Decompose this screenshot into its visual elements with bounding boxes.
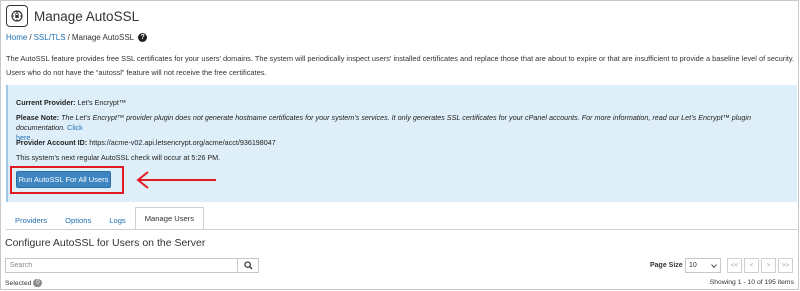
last-page-button[interactable]: >> [778, 258, 793, 273]
description-line: Users who do not have the “autossl” feat… [6, 68, 267, 77]
note-text: The Let’s Encrypt™ provider plugin does … [16, 113, 751, 132]
annotation-arrow-icon [136, 171, 216, 189]
page-title: Manage AutoSSL [34, 8, 140, 24]
tab-providers[interactable]: Providers [6, 210, 56, 230]
breadcrumb-home[interactable]: Home [6, 33, 27, 42]
page-size-select[interactable]: 10 [685, 258, 721, 273]
provider-value: Let’s Encrypt™ [77, 98, 127, 107]
provider-label: Current Provider: [16, 98, 76, 107]
selected-count: Selected 0 [5, 279, 43, 287]
search-input[interactable] [6, 259, 237, 272]
breadcrumb-separator: / [67, 33, 70, 42]
next-page-button[interactable]: > [761, 258, 776, 273]
account-value: https://acme-v02.api.letsencrypt.org/acm… [89, 138, 276, 147]
selected-badge: 0 [33, 279, 43, 287]
autossl-logo-icon [6, 5, 28, 27]
first-page-button[interactable]: << [727, 258, 742, 273]
section-title: Configure AutoSSL for Users on the Serve… [5, 237, 206, 249]
page-size-label: Page Size [650, 262, 683, 269]
search-box [5, 258, 259, 273]
tab-options[interactable]: Options [56, 210, 100, 230]
showing-items: Showing 1 - 10 of 195 items [709, 279, 794, 286]
account-label: Provider Account ID: [16, 138, 88, 147]
breadcrumb-separator: / [29, 33, 32, 42]
next-check-text: This system’s next regular AutoSSL check… [16, 153, 221, 162]
prev-page-button[interactable]: < [744, 258, 759, 273]
note-label: Please Note: [16, 113, 60, 122]
chevron-down-icon [711, 263, 717, 268]
selected-label: Selected [5, 279, 32, 287]
search-icon [243, 261, 253, 270]
tabs-divider [6, 229, 797, 230]
tab-logs[interactable]: Logs [100, 210, 134, 230]
page-header: Manage AutoSSL [6, 5, 139, 27]
tab-bar: Providers Options Logs Manage Users [6, 207, 205, 230]
note-link[interactable]: Click [67, 123, 83, 132]
annotation-highlight-box [10, 166, 124, 194]
search-button[interactable] [237, 259, 258, 272]
page-size-value: 10 [689, 262, 697, 269]
description: The AutoSSL feature provides free SSL ce… [6, 52, 796, 80]
breadcrumb-current: Manage AutoSSL [71, 33, 135, 42]
provider-account: Provider Account ID: https://acme-v02.ap… [16, 138, 276, 148]
help-icon[interactable]: ? [138, 33, 148, 42]
breadcrumb: Home / SSL/TLS / Manage AutoSSL ? [6, 33, 148, 42]
tab-manage-users[interactable]: Manage Users [134, 207, 205, 230]
description-line: The AutoSSL feature provides free SSL ce… [6, 54, 795, 63]
breadcrumb-ssl-tls[interactable]: SSL/TLS [34, 33, 66, 42]
current-provider: Current Provider: Let’s Encrypt™ [16, 98, 126, 108]
